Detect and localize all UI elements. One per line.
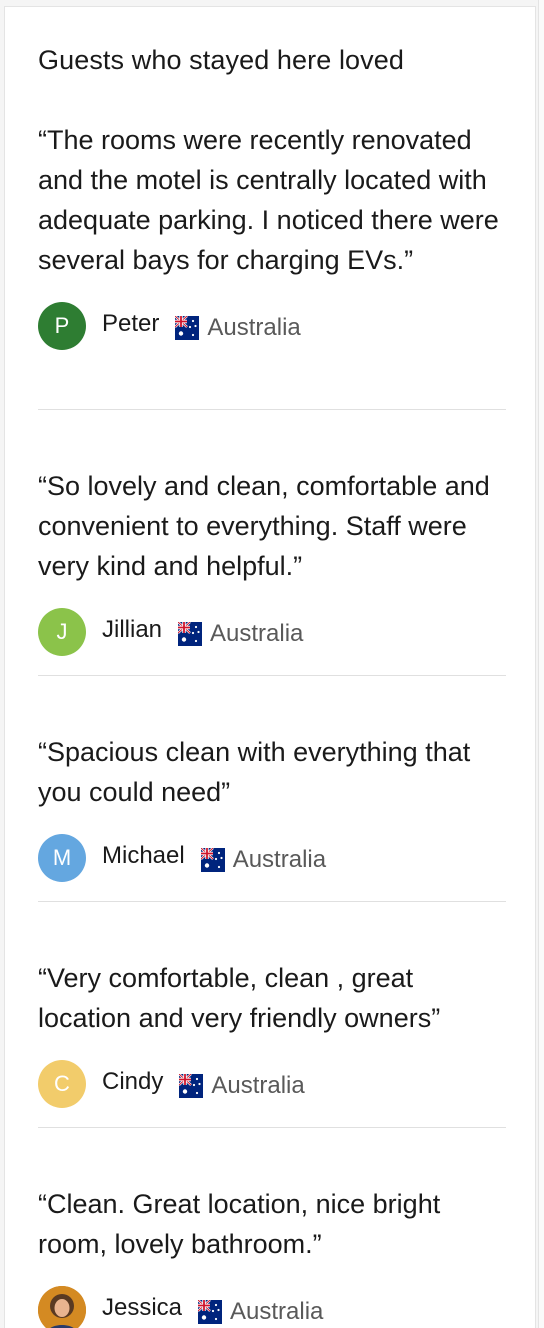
review-quote: “Clean. Great location, nice bright room…: [38, 1189, 441, 1259]
reviewer-name: Michael: [102, 842, 185, 869]
review-item: “Very comfortable, clean , great locatio…: [38, 958, 506, 1108]
review-quote: “Spacious clean with everything that you…: [38, 737, 471, 807]
reviewer-country: Australia: [230, 1298, 324, 1325]
australia-flag-icon: [177, 621, 203, 646]
australia-flag-icon: [174, 315, 200, 340]
australia-flag-icon: [197, 1299, 223, 1324]
avatar-initial: P: [54, 313, 70, 338]
divider: [38, 1127, 506, 1128]
reviewer: C Cindy Australia: [38, 1060, 506, 1108]
reviewer-name: Cindy: [102, 1068, 164, 1095]
review-item: “The rooms were recently renovated and t…: [38, 120, 506, 350]
reviewer: M Michael Australia: [38, 834, 506, 882]
scrollbar-track[interactable]: [538, 0, 544, 1328]
page: Guests who stayed here loved “The rooms …: [0, 0, 544, 1328]
avatar: P: [38, 302, 86, 350]
australia-flag-icon: [199, 847, 225, 872]
reviewer-country: Australia: [207, 314, 301, 341]
reviewer-name: Jessica: [102, 1294, 183, 1321]
avatar-initial: J: [56, 619, 68, 644]
review-quote: “Very comfortable, clean , great locatio…: [38, 963, 441, 1033]
review-item: “So lovely and clean, comfortable and co…: [38, 466, 506, 656]
reviews-card: Guests who stayed here loved “The rooms …: [4, 6, 536, 1328]
section-title: Guests who stayed here loved: [38, 45, 405, 75]
australia-flag-icon: [178, 1073, 204, 1098]
reviewer: Jessica Australia: [38, 1286, 506, 1328]
profile-photo-icon: [38, 1286, 86, 1328]
reviewer: J Jillian Australia: [38, 608, 506, 656]
reviewer-country: Australia: [232, 846, 327, 873]
profile-photo-avatar: [38, 1286, 86, 1328]
reviewer-name: Peter: [102, 310, 160, 337]
avatar: M: [38, 834, 86, 882]
reviewer: P Peter Australia: [38, 302, 506, 350]
review-quote: “The rooms were recently renovated and t…: [38, 125, 499, 275]
reviewer-country: Australia: [211, 1072, 305, 1099]
review-item: “Spacious clean with everything that you…: [38, 732, 506, 882]
avatar: C: [38, 1060, 86, 1108]
divider: [38, 409, 506, 410]
avatar-initial: M: [52, 845, 72, 870]
reviewer-country: Australia: [210, 620, 304, 647]
review-quote: “So lovely and clean, comfortable and co…: [38, 471, 490, 581]
divider: [38, 675, 506, 676]
review-item: “Clean. Great location, nice bright room…: [38, 1184, 506, 1328]
reviewer-name: Jillian: [102, 616, 163, 643]
divider: [38, 901, 506, 902]
avatar-initial: C: [54, 1071, 70, 1096]
avatar: J: [38, 608, 86, 656]
